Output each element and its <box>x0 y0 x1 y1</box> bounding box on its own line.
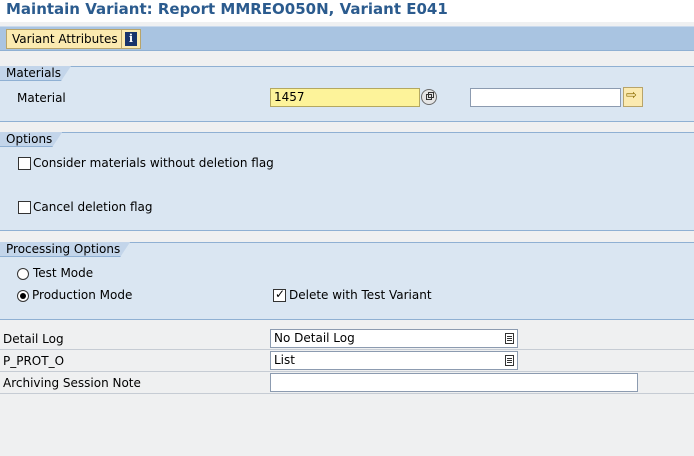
multiple-selection-icon[interactable] <box>421 89 437 105</box>
p-prot-o-label: P_PROT_O <box>3 354 65 368</box>
materials-group-header: Materials <box>0 66 71 81</box>
delete-with-test-variant-label: Delete with Test Variant <box>289 288 432 302</box>
archiving-session-note-label: Archiving Session Note <box>3 376 141 390</box>
material-to-field[interactable] <box>470 88 621 107</box>
multiple-selection-button[interactable]: ⇨ <box>623 87 643 107</box>
application-toolbar: Variant Attributes i <box>0 26 694 51</box>
material-from-field[interactable]: 1457 <box>270 88 420 107</box>
page-title: Maintain Variant: Report MMREO050N, Vari… <box>6 0 448 18</box>
consider-materials-checkbox[interactable] <box>18 157 31 170</box>
info-button[interactable]: i <box>121 29 141 49</box>
processing-options-group-header: Processing Options <box>0 242 130 257</box>
p-prot-o-value: List <box>274 353 295 367</box>
test-mode-label: Test Mode <box>33 266 94 280</box>
title-bar: Maintain Variant: Report MMREO050N, Vari… <box>0 0 694 22</box>
detail-log-label: Detail Log <box>3 332 64 346</box>
row-separator <box>0 349 694 350</box>
production-mode-radio[interactable] <box>17 290 29 302</box>
p-prot-o-dropdown[interactable]: List <box>270 351 518 370</box>
material-label: Material <box>17 91 66 105</box>
arrow-right-icon: ⇨ <box>626 88 637 103</box>
options-group-header: Options <box>0 132 62 147</box>
options-group: Options Consider materials without delet… <box>0 132 694 231</box>
delete-with-test-variant-checkbox[interactable] <box>273 287 286 302</box>
materials-group: Materials Material 1457 ⇨ <box>0 66 694 122</box>
test-mode-radio[interactable] <box>17 268 29 280</box>
dropdown-icon[interactable] <box>505 333 514 344</box>
cancel-deletion-flag-checkbox[interactable] <box>18 201 31 214</box>
production-mode-label: Production Mode <box>32 288 133 302</box>
variant-attributes-button[interactable]: Variant Attributes <box>6 29 124 49</box>
row-separator <box>0 393 694 394</box>
detail-log-dropdown[interactable]: No Detail Log <box>270 329 518 348</box>
detail-log-value: No Detail Log <box>274 331 355 345</box>
cancel-deletion-flag-label: Cancel deletion flag <box>33 200 153 214</box>
info-icon: i <box>125 32 137 46</box>
consider-materials-label: Consider materials without deletion flag <box>33 156 274 170</box>
processing-options-group: Processing Options Test Mode Production … <box>0 242 694 320</box>
dropdown-icon[interactable] <box>505 355 514 366</box>
row-separator <box>0 371 694 372</box>
archiving-session-note-field[interactable] <box>270 373 638 392</box>
